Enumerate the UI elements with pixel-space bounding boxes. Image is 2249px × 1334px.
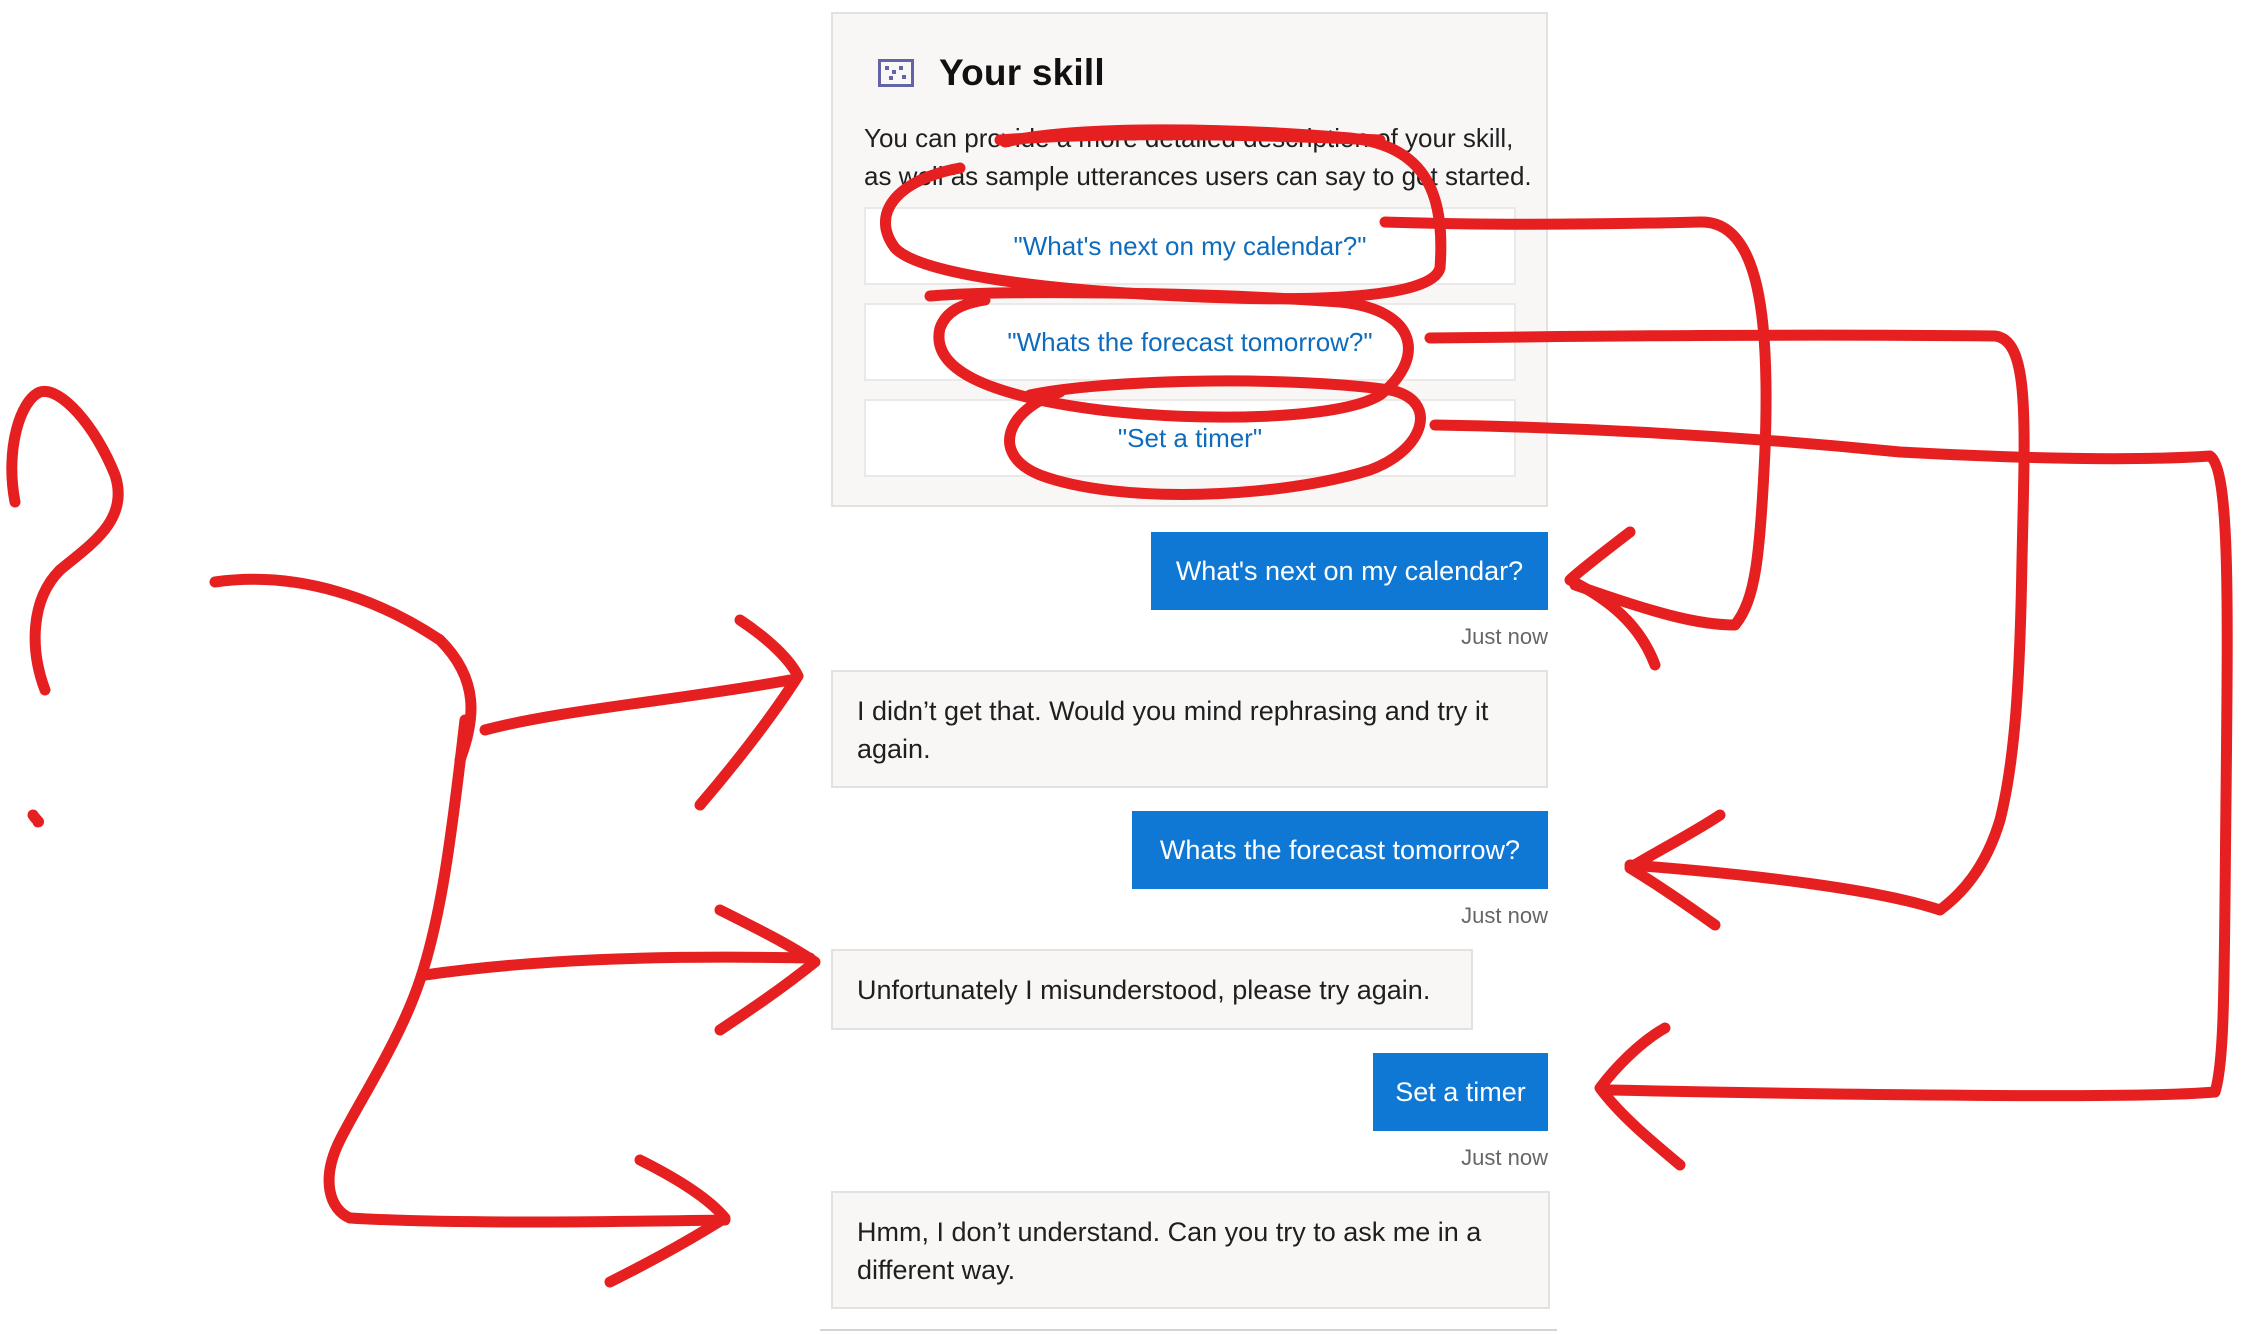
user-message-timer[interactable]: Set a timer: [1373, 1053, 1548, 1131]
arrowhead-forecast: [1624, 809, 1726, 931]
arrow-bot-reply-2: [419, 951, 816, 981]
skill-icon: [878, 59, 914, 87]
transcript-divider: [820, 1329, 1557, 1331]
arrowhead-bot-reply-1: [694, 614, 804, 811]
user-message-forecast[interactable]: Whats the forecast tomorrow?: [1132, 811, 1548, 889]
arrowhead-bot-reply-2: [714, 904, 821, 1036]
bot-reply-2: Unfortunately I misunderstood, please tr…: [831, 949, 1473, 1030]
arrowhead-calendar: [1564, 526, 1661, 671]
question-dot: [27, 809, 44, 828]
arrow-timer: [1429, 419, 2233, 1102]
skill-card: Your skill You can provide a more detail…: [831, 12, 1548, 507]
webchat-canvas: Your skill You can provide a more detail…: [0, 0, 2249, 1334]
arrow-bot-reply-3: [344, 1212, 731, 1228]
arrowhead-timer: [1594, 1022, 1686, 1171]
message-timestamp: Just now: [1461, 1145, 1548, 1170]
bot-reply-3: Hmm, I don’t understand. Can you try to …: [831, 1191, 1550, 1309]
arrow-bot-reply-1: [479, 674, 796, 736]
bracket-top: [209, 573, 477, 766]
suggestion-timer-button[interactable]: "Set a timer": [864, 399, 1516, 477]
arrowhead-bot-reply-3: [604, 1154, 731, 1288]
message-timestamp: Just now: [1461, 903, 1548, 928]
card-header: Your skill: [878, 52, 1105, 94]
card-description: You can provide a more detailed descript…: [864, 123, 1532, 191]
suggestion-calendar-button[interactable]: "What's next on my calendar?": [864, 207, 1516, 285]
card-title: Your skill: [939, 52, 1105, 93]
bot-reply-1: I didn’t get that. Would you mind rephra…: [831, 670, 1548, 788]
user-message-calendar[interactable]: What's next on my calendar?: [1151, 532, 1548, 610]
question-mark: [6, 385, 124, 696]
message-timestamp: Just now: [1461, 624, 1548, 649]
bracket-spine: [323, 714, 471, 1224]
suggestion-forecast-button[interactable]: "Whats the forecast tomorrow?": [864, 303, 1516, 381]
